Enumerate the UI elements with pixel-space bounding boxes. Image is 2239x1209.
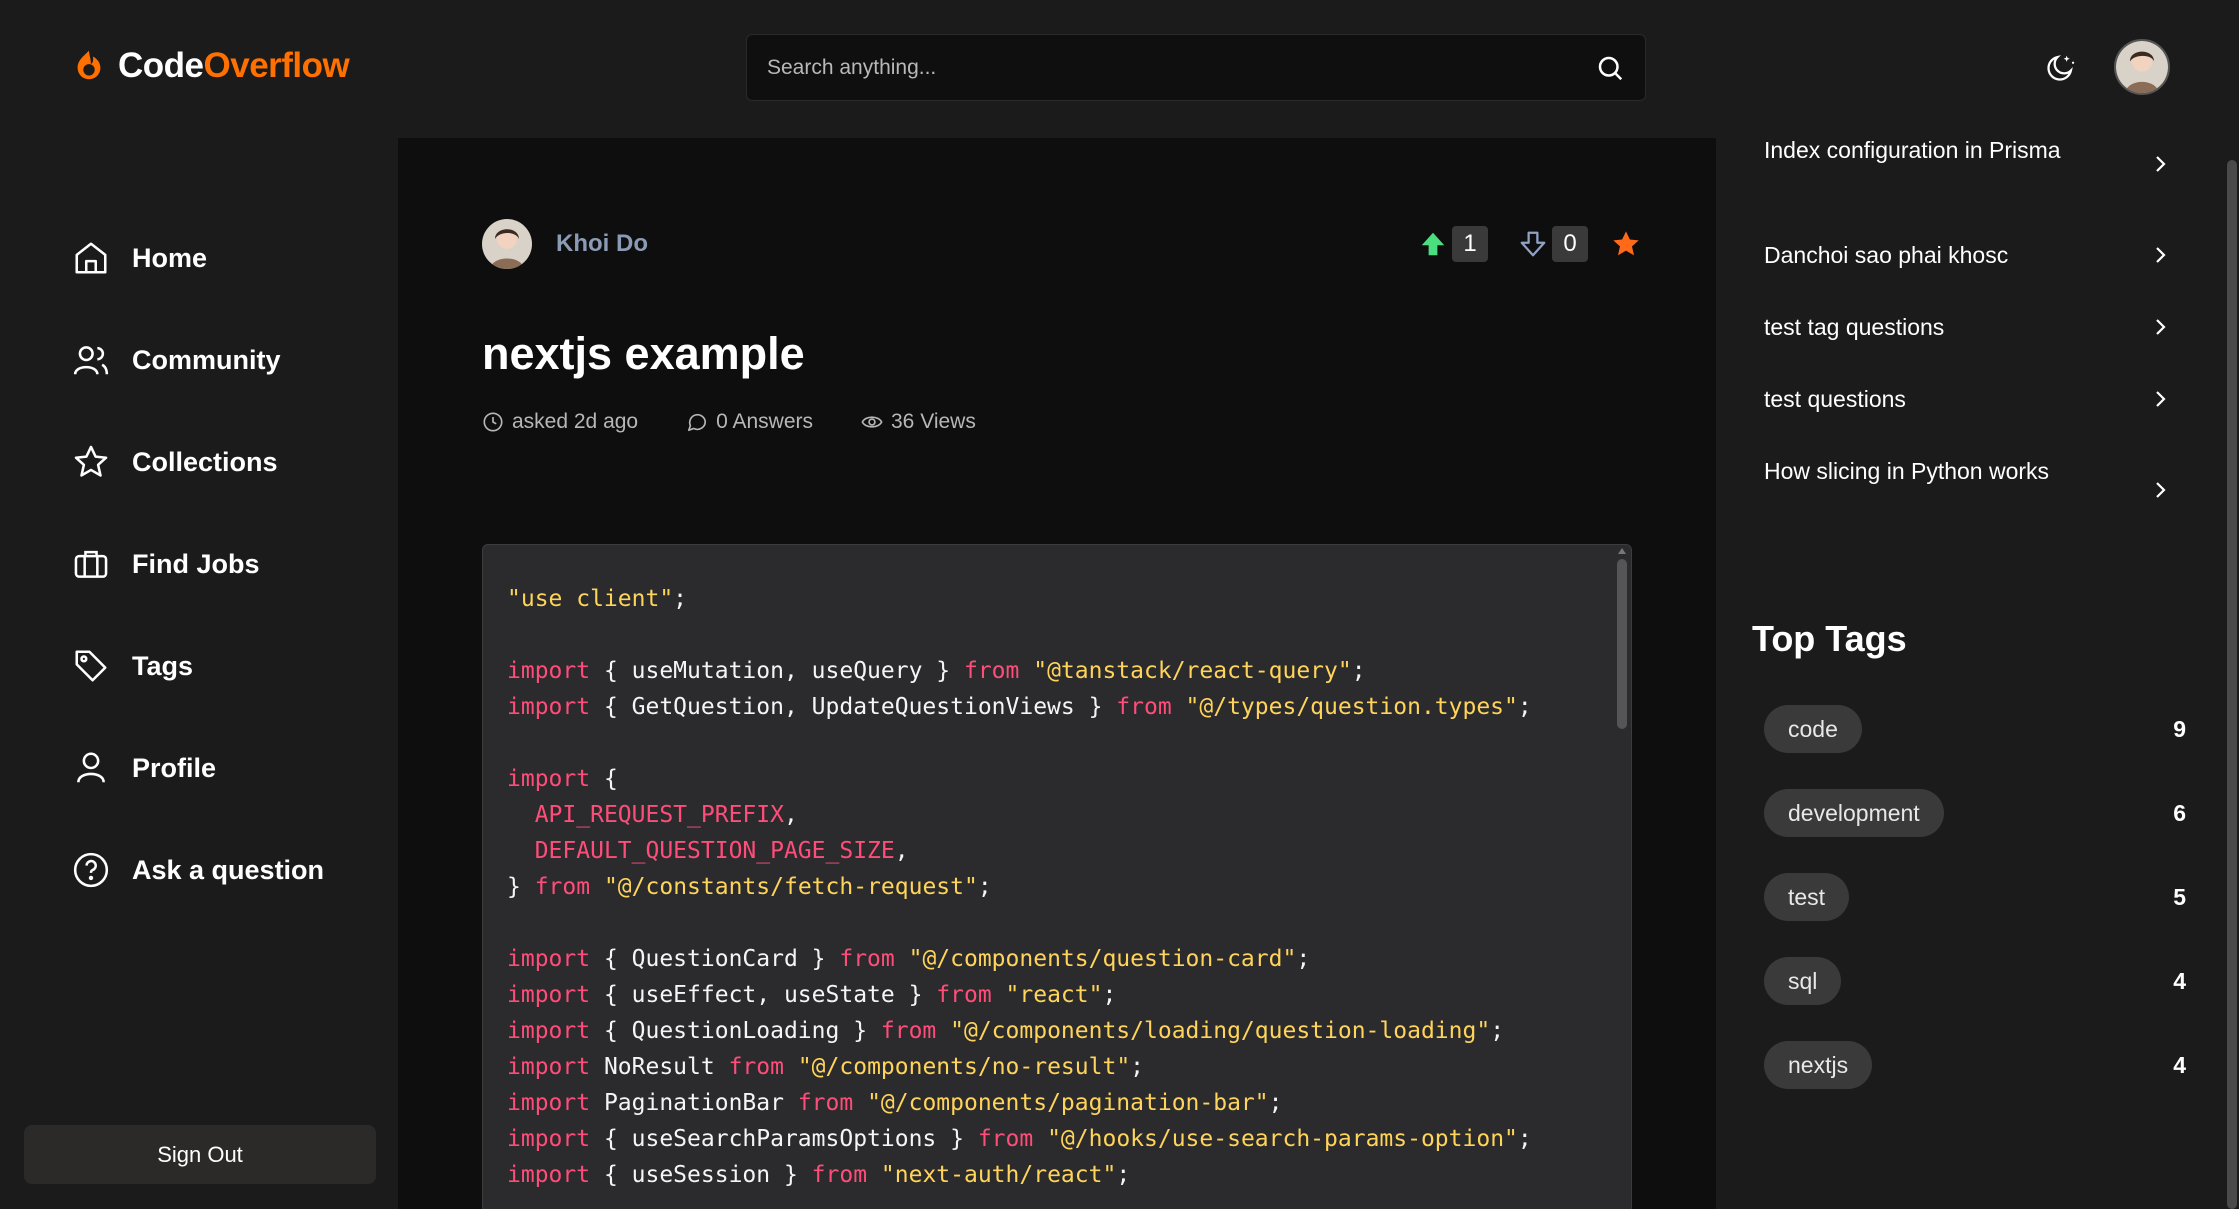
star-icon [74,445,108,477]
global-search [746,34,1646,101]
hot-question-item[interactable]: Index configuration in Prisma [1764,132,2174,168]
tag-chip[interactable]: development [1764,789,1944,837]
sidebar-item-find-jobs[interactable]: Find Jobs [72,538,260,590]
sidebar-item-label: Profile [132,752,217,783]
question-title: nextjs example [482,328,805,379]
eye-icon [861,416,883,428]
right-sidebar: Index configuration in Prisma Danchoi sa… [1716,137,2239,1209]
top-tags-title: Top Tags [1752,618,1907,659]
views-count-label: 36 Views [891,410,976,433]
left-sidebar: Home Community Collections Find Jobs Tag… [0,138,398,1209]
search-icon[interactable] [1595,53,1625,83]
brand-name-part1: Code [118,46,204,85]
sidebar-item-label: Home [132,242,208,273]
theme-toggle-icon[interactable] [2044,50,2078,84]
user-avatar[interactable] [2114,39,2170,95]
sidebar-item-ask-question[interactable]: Ask a question [72,844,324,896]
author-name[interactable]: Khoi Do [556,230,648,258]
sidebar-item-home[interactable]: Home [72,232,207,284]
downvote-count: 0 [1552,226,1588,262]
tag-chip[interactable]: sql [1764,957,1842,1005]
downvote-icon[interactable] [1518,229,1548,259]
upvote-count: 1 [1452,226,1488,262]
answers-count-label: 0 Answers [716,410,813,433]
sidebar-item-collections[interactable]: Collections [72,436,278,488]
question-icon [73,852,109,888]
question-author[interactable]: Khoi Do [482,219,648,269]
users-icon [73,346,109,375]
brand-name-part2: Overflow [203,46,350,85]
tag-chip[interactable]: nextjs [1764,1041,1873,1089]
hot-question-item[interactable]: Danchoi sao phai khosc [1764,237,2174,273]
tag-count: 4 [2173,968,2186,994]
home-icon [75,242,107,274]
answers-count: 0 Answers [686,410,813,434]
asked-time: asked 2d ago [482,410,638,434]
logo-icon [77,50,101,80]
tag-count: 4 [2173,1052,2186,1078]
sidebar-item-label: Community [132,344,281,375]
message-icon [688,413,707,432]
top-navbar: CodeOverflow [0,0,2239,138]
app-root: CodeOverflow Home [0,0,2239,1209]
vote-controls: 1 0 [1418,226,1642,262]
tag-chip[interactable]: code [1764,705,1862,753]
briefcase-icon [74,550,108,578]
code-block[interactable]: "use client"; import { useMutation, useQ… [482,544,1632,1209]
user-icon [77,752,105,783]
sign-out-button[interactable]: Sign Out [24,1125,376,1184]
upvote-icon[interactable] [1418,229,1448,259]
tag-count: 6 [2173,800,2186,826]
favorite-star-icon[interactable] [1610,228,1642,260]
chevron-right-icon[interactable] [2148,243,2172,267]
clock-icon [483,412,503,432]
hot-question-item[interactable]: test tag questions [1764,309,2174,345]
tag-icon [75,650,107,682]
chevron-right-icon[interactable] [2148,315,2172,339]
avatar-image [482,219,532,269]
sidebar-item-label: Find Jobs [132,548,260,579]
tag-count: 9 [2173,716,2186,742]
chevron-right-icon[interactable] [2148,478,2172,502]
sidebar-item-community[interactable]: Community [72,334,281,386]
views-count: 36 Views [861,410,976,434]
code-content: "use client"; import { useMutation, useQ… [507,586,1532,1188]
sidebar-item-tags[interactable]: Tags [72,640,193,692]
sidebar-item-label: Collections [132,446,278,477]
hot-question-item[interactable]: How slicing in Python works [1764,453,2094,489]
sidebar-item-profile[interactable]: Profile [72,742,216,794]
tag-count: 5 [2173,884,2186,910]
question-meta: asked 2d ago 0 Answers 36 Views [482,410,976,434]
scroll-up-arrow-icon[interactable] [1618,548,1626,554]
avatar-image [2116,41,2168,93]
chevron-right-icon[interactable] [2148,387,2172,411]
chevron-right-icon[interactable] [2148,152,2172,176]
code-scrollbar[interactable] [1617,559,1627,729]
search-input[interactable] [767,55,1595,80]
asked-time-label: asked 2d ago [512,410,639,433]
brand-logo[interactable]: CodeOverflow [70,46,350,86]
question-detail: Khoi Do 1 0 nextjs example asked 2d ago [398,138,1716,1209]
author-avatar[interactable] [482,219,532,269]
tag-chip[interactable]: test [1764,873,1850,921]
hot-question-item[interactable]: test questions [1764,381,2174,417]
brand-name: CodeOverflow [118,46,350,86]
page-scrollbar-thumb[interactable] [2227,160,2237,1209]
sidebar-item-label: Tags [132,650,194,681]
sidebar-item-label: Ask a question [132,854,325,885]
